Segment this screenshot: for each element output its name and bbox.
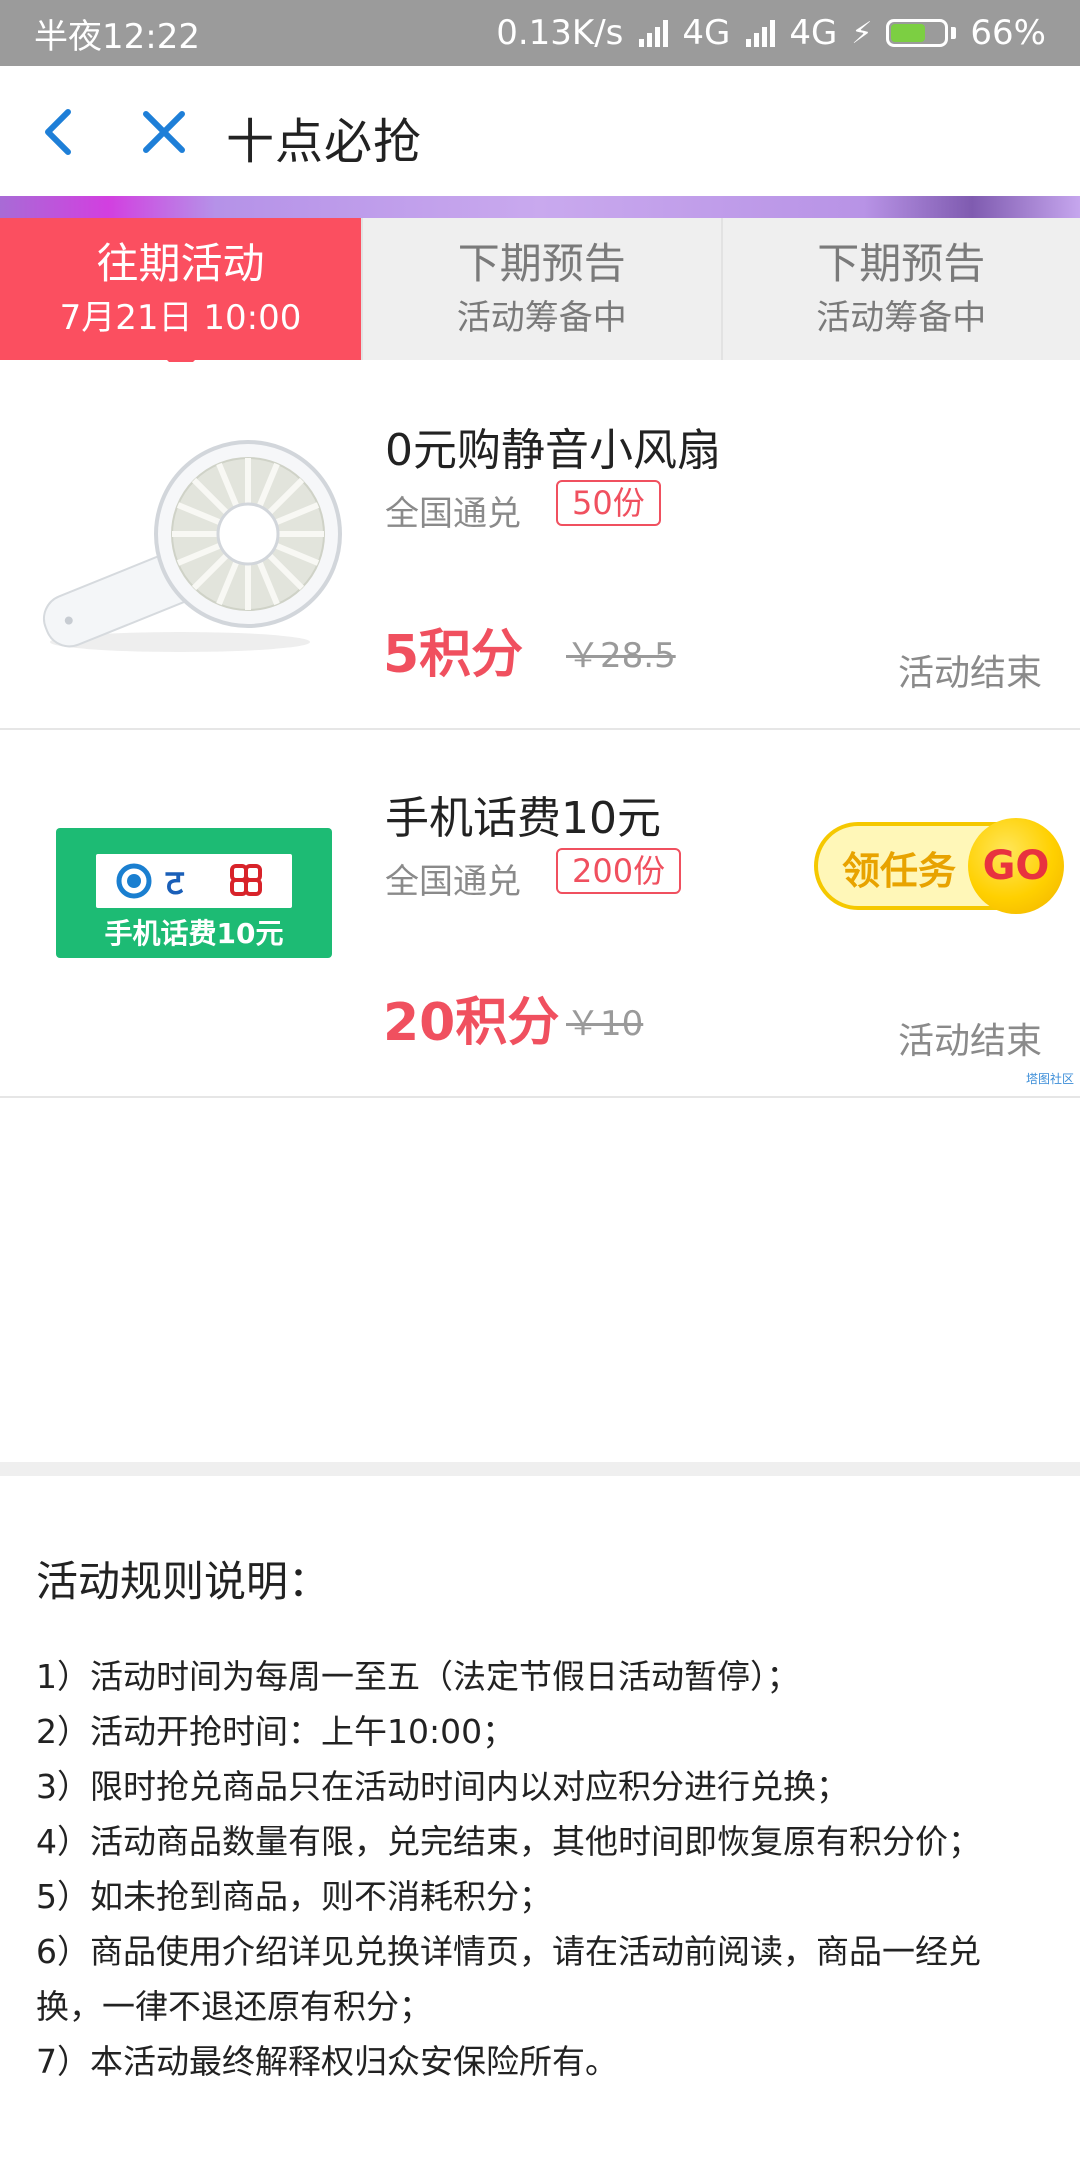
- status-bar: 半夜12:22 0.13K/s 4G 4G ⚡ 66%: [0, 0, 1080, 66]
- net-speed: 0.13K/s: [496, 13, 624, 53]
- handheld-fan-icon: [30, 392, 350, 692]
- product-original-price: ￥10: [566, 1004, 644, 1044]
- watermark: 塔图社区: [1025, 1072, 1074, 1086]
- rule-item: 2）活动开抢时间：上午10:00；: [36, 1712, 516, 1751]
- rule-item: 5）如未抢到商品，则不消耗积分；: [36, 1877, 552, 1916]
- tab-title: 往期活动: [96, 239, 265, 288]
- tab-subtitle: 活动筹备中: [456, 298, 627, 338]
- activity-tabs: 往期活动 7月21日 10:00 下期预告 活动筹备中 下期预告 活动筹备中: [0, 218, 1080, 360]
- signal-icon-2: [746, 19, 776, 47]
- product-status: 活动结束: [897, 1021, 1042, 1062]
- product-price: 20积分: [383, 993, 560, 1053]
- tab-title: 下期预告: [817, 239, 986, 288]
- card-caption: 手机话费10元: [104, 917, 284, 950]
- network-type-1: 4G: [682, 13, 731, 53]
- product-name: 0元购静音小风扇: [385, 425, 721, 476]
- charging-icon: ⚡: [851, 15, 873, 51]
- tab-subtitle: 7月21日 10:00: [59, 298, 302, 338]
- close-icon[interactable]: [140, 108, 188, 160]
- rule-item: 1）活动时间为每周一至五（法定节假日活动暂停）；: [36, 1657, 800, 1696]
- chevron-left-icon[interactable]: [38, 106, 78, 162]
- page-title: 十点必抢: [226, 114, 423, 170]
- network-type-2: 4G: [789, 13, 838, 53]
- title-bar: 十点必抢: [0, 66, 1080, 196]
- go-badge: GO: [968, 818, 1064, 914]
- product-scope: 全国通兑: [385, 862, 521, 902]
- product-count-badge: 50份: [556, 480, 661, 526]
- rule-item: 3）限时抢兑商品只在活动时间内以对应积分进行兑换；: [36, 1767, 849, 1806]
- product-scope: 全国通兑: [385, 494, 521, 534]
- status-time: 半夜12:22: [34, 16, 200, 57]
- product-item-phone-credit[interactable]: ट 手机话费10元 手机话费10元 全国通兑 200份 20积分 ￥10 活动结…: [0, 730, 1080, 1098]
- tab-next-preview[interactable]: 下期预告 活动筹备中: [361, 218, 721, 360]
- product-status: 活动结束: [897, 653, 1042, 694]
- battery-icon: [886, 19, 957, 47]
- product-price: 5积分: [383, 625, 524, 685]
- tab-subtitle: 活动筹备中: [816, 298, 987, 338]
- get-task-button[interactable]: 领任务 GO: [814, 818, 1064, 914]
- tab-title: 下期预告: [457, 239, 626, 288]
- battery-percent: 66%: [970, 13, 1046, 53]
- rule-item: 7）本活动最终解释权归众安保险所有。: [36, 2042, 618, 2081]
- banner-strip: [0, 196, 1080, 218]
- tab-past-activity[interactable]: 往期活动 7月21日 10:00: [0, 218, 361, 360]
- phone-credit-card-icon: ट 手机话费10元: [56, 828, 332, 958]
- product-count-badge: 200份: [556, 848, 682, 894]
- signal-icon: [639, 19, 669, 47]
- product-item-fan[interactable]: 0元购静音小风扇 全国通兑 50份 5积分 ￥28.5 活动结束: [0, 362, 1080, 730]
- tab-next-preview-2[interactable]: 下期预告 活动筹备中: [720, 218, 1080, 360]
- rule-item: 换，一律不退还原有积分；: [36, 1987, 432, 2026]
- product-name: 手机话费10元: [385, 793, 661, 844]
- rule-item: 4）活动商品数量有限，兑完结束，其他时间即恢复原有积分价；: [36, 1822, 981, 1861]
- rules-title: 活动规则说明：: [36, 1557, 331, 1606]
- rules-section: 活动规则说明： 1）活动时间为每周一至五（法定节假日活动暂停）； 2）活动开抢时…: [36, 1548, 1046, 2089]
- svg-text:ट: ट: [165, 863, 185, 903]
- carrier-logos-icon: ट: [96, 854, 292, 908]
- rule-item: 6）商品使用介绍详见兑换详情页，请在活动前阅读，商品一经兑: [36, 1932, 981, 1971]
- battery-fill: [891, 24, 926, 42]
- status-right: 0.13K/s 4G 4G ⚡ 66%: [496, 13, 1046, 53]
- product-original-price: ￥28.5: [566, 636, 676, 676]
- section-divider: [0, 1462, 1080, 1476]
- get-task-label: 领任务: [842, 849, 957, 893]
